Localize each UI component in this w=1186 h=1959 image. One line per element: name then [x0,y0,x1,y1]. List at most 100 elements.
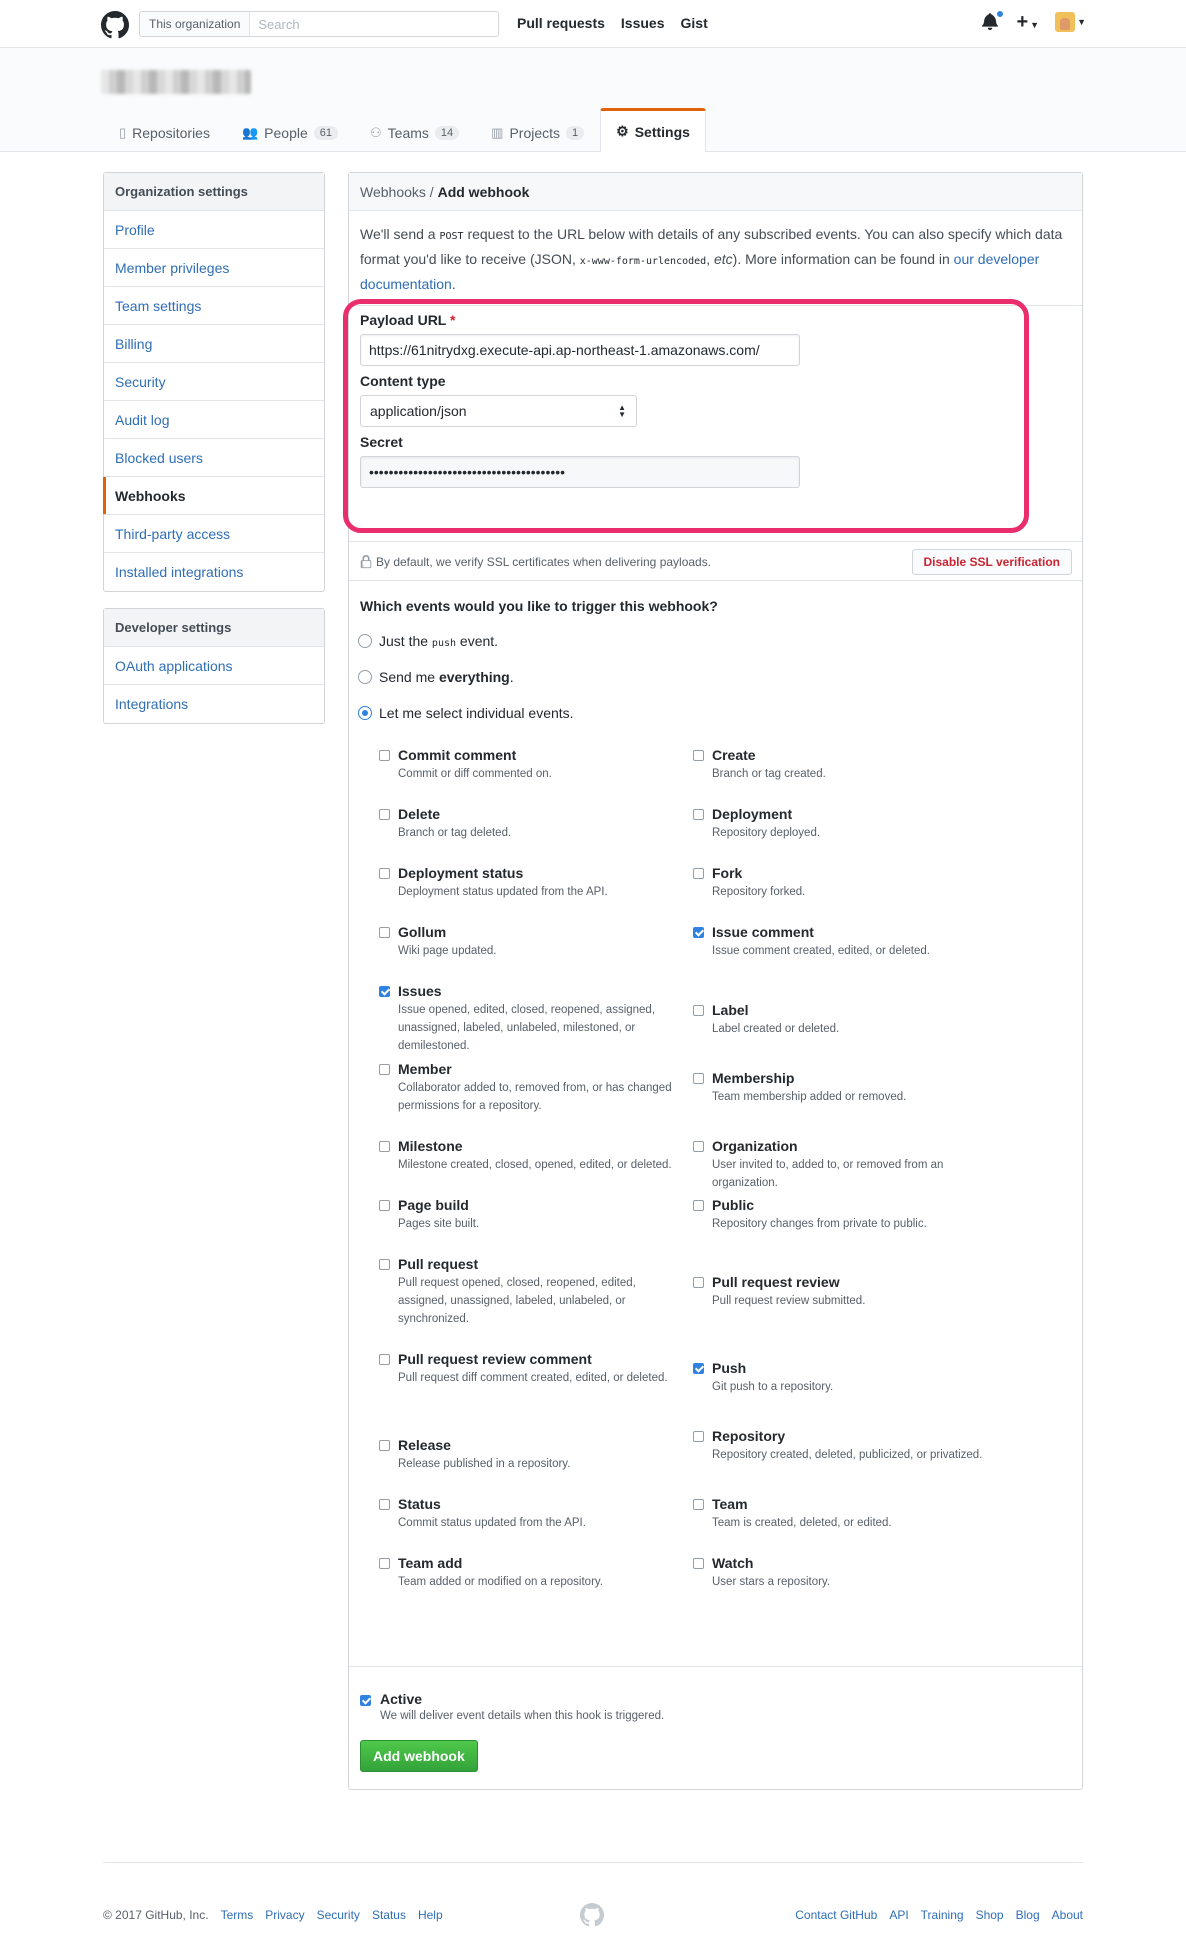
event-public[interactable]: Public Repository changes from private to… [693,1196,988,1233]
tab-teams[interactable]: ⚇ Teams 14 [354,112,475,152]
event-checkbox[interactable] [693,1200,704,1211]
sidebar-item-webhooks[interactable]: Webhooks [103,477,324,515]
event-team[interactable]: Team Team is created, deleted, or edited. [693,1495,988,1532]
event-status[interactable]: Status Commit status updated from the API… [379,1495,674,1532]
add-webhook-button[interactable]: Add webhook [360,1740,478,1772]
footer-link-blog[interactable]: Blog [1016,1908,1040,1922]
radio-button[interactable] [358,670,372,684]
event-checkbox[interactable] [693,1141,704,1152]
event-gollum[interactable]: Gollum Wiki page updated. [379,923,674,960]
active-checkbox[interactable] [360,1695,371,1706]
disable-ssl-button[interactable]: Disable SSL verification [911,549,1072,575]
event-checkbox[interactable] [693,1558,704,1569]
user-menu[interactable]: ▼ [1055,12,1086,32]
content-type-select[interactable]: application/json ▲ ▼ [360,395,637,427]
footer-link-about[interactable]: About [1052,1908,1083,1922]
event-checkbox[interactable] [693,868,704,879]
event-checkbox[interactable] [693,1005,704,1016]
footer-link-help[interactable]: Help [418,1908,443,1922]
sidebar-item-team-settings[interactable]: Team settings [104,287,324,325]
footer-link-api[interactable]: API [889,1908,908,1922]
tab-settings[interactable]: ⚙ Settings [600,108,706,152]
event-checkbox[interactable] [379,1558,390,1569]
event-pull-request-review[interactable]: Pull request review Pull request review s… [693,1273,988,1310]
event-checkbox[interactable] [693,1363,704,1374]
event-checkbox[interactable] [379,1354,390,1365]
github-logo-icon[interactable] [101,11,129,39]
sidebar-item-integrations[interactable]: Integrations [104,685,324,723]
tab-projects[interactable]: ▥ Projects 1 [475,112,600,152]
breadcrumb-webhooks[interactable]: Webhooks [360,184,426,200]
nav-pull-requests[interactable]: Pull requests [517,15,605,31]
sidebar-item-oauth-applications[interactable]: OAuth applications [104,647,324,685]
footer-link-training[interactable]: Training [921,1908,964,1922]
event-checkbox[interactable] [693,809,704,820]
search-input[interactable] [250,12,498,36]
event-checkbox[interactable] [693,1073,704,1084]
footer-link-terms[interactable]: Terms [221,1908,254,1922]
event-repository[interactable]: Repository Repository created, deleted, p… [693,1427,988,1464]
event-checkbox[interactable] [379,1259,390,1270]
event-deployment-status[interactable]: Deployment status Deployment status updat… [379,864,674,901]
radio-button-checked[interactable] [358,706,372,720]
radio-select-individual[interactable]: Let me select individual events. [358,705,574,721]
event-checkbox[interactable] [693,927,704,938]
sidebar-item-third-party-access[interactable]: Third-party access [104,515,324,553]
event-checkbox[interactable] [379,927,390,938]
sidebar-item-installed-integrations[interactable]: Installed integrations [104,553,324,591]
event-create[interactable]: Create Branch or tag created. [693,746,988,783]
event-checkbox[interactable] [379,750,390,761]
event-checkbox[interactable] [379,1141,390,1152]
sidebar-item-member-privileges[interactable]: Member privileges [104,249,324,287]
nav-issues[interactable]: Issues [621,15,665,31]
event-checkbox[interactable] [379,868,390,879]
tab-people[interactable]: 👥 People 61 [226,112,354,152]
search-scope-label[interactable]: This organization [140,12,251,36]
event-checkbox[interactable] [693,1277,704,1288]
event-commit-comment[interactable]: Commit comment Commit or diff commented o… [379,746,674,783]
event-label[interactable]: Label Label created or deleted. [693,1001,988,1038]
sidebar-item-profile[interactable]: Profile [104,211,324,249]
event-page-build[interactable]: Page build Pages site built. [379,1196,674,1233]
radio-everything[interactable]: Send me everything. [358,669,514,685]
event-checkbox[interactable] [379,1200,390,1211]
notifications-bell-icon[interactable] [982,10,1005,32]
event-pull-request[interactable]: Pull request Pull request opened, closed,… [379,1255,674,1328]
footer-link-privacy[interactable]: Privacy [265,1908,304,1922]
tab-repositories[interactable]: ▯ Repositories [103,112,226,152]
event-checkbox[interactable] [379,986,390,997]
event-team-add[interactable]: Team add Team added or modified on a repo… [379,1554,674,1591]
event-checkbox[interactable] [379,809,390,820]
event-deployment[interactable]: Deployment Repository deployed. [693,805,988,842]
event-delete[interactable]: Delete Branch or tag deleted. [379,805,674,842]
sidebar-item-audit-log[interactable]: Audit log [104,401,324,439]
event-release[interactable]: Release Release published in a repository… [379,1436,674,1473]
nav-gist[interactable]: Gist [681,15,708,31]
event-checkbox[interactable] [379,1064,390,1075]
github-mark-icon[interactable] [580,1903,604,1927]
sidebar-item-security[interactable]: Security [104,363,324,401]
footer-link-contact[interactable]: Contact GitHub [795,1908,877,1922]
footer-link-security[interactable]: Security [317,1908,360,1922]
payload-url-input[interactable] [360,334,800,366]
event-organization[interactable]: Organization User invited to, added to, o… [693,1137,988,1192]
footer-link-shop[interactable]: Shop [976,1908,1004,1922]
radio-push-only[interactable]: Just the push event. [358,633,498,649]
event-checkbox[interactable] [693,1499,704,1510]
radio-button[interactable] [358,634,372,648]
event-issue-comment[interactable]: Issue comment Issue comment created, edit… [693,923,988,960]
event-checkbox[interactable] [693,750,704,761]
event-checkbox[interactable] [379,1499,390,1510]
event-milestone[interactable]: Milestone Milestone created, closed, open… [379,1137,674,1174]
event-push[interactable]: Push Git push to a repository. [693,1359,988,1396]
event-watch[interactable]: Watch User stars a repository. [693,1554,988,1591]
sidebar-item-blocked-users[interactable]: Blocked users [104,439,324,477]
secret-input[interactable] [360,456,800,488]
event-pull-request-review-comment[interactable]: Pull request review comment Pull request … [379,1350,674,1387]
event-checkbox[interactable] [379,1440,390,1451]
sidebar-item-billing[interactable]: Billing [104,325,324,363]
event-checkbox[interactable] [693,1431,704,1442]
footer-link-status[interactable]: Status [372,1908,406,1922]
event-issues[interactable]: Issues Issue opened, edited, closed, reop… [379,982,674,1055]
event-membership[interactable]: Membership Team membership added or remov… [693,1069,988,1106]
